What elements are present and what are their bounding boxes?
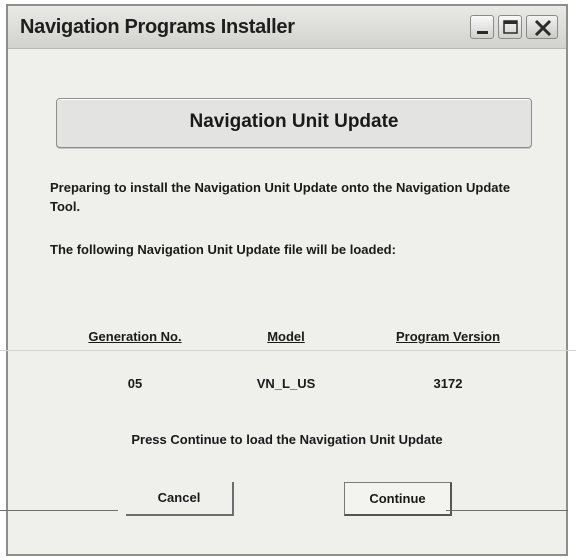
program-version-value: 3172 (433, 376, 463, 391)
minimize-icon (477, 31, 488, 34)
generation-value: 05 (127, 376, 143, 391)
continue-underline (446, 510, 568, 511)
column-header-model: Model (267, 329, 305, 344)
minimize-button[interactable] (470, 15, 494, 39)
cancel-button[interactable]: Cancel (126, 482, 234, 516)
section-header: Navigation Unit Update (56, 98, 532, 148)
column-header-program-version: Program Version (395, 329, 501, 344)
install-description: Preparing to install the Navigation Unit… (50, 180, 511, 214)
file-description: The following Navigation Unit Update fil… (50, 242, 396, 257)
window-title: Navigation Programs Installer (20, 16, 295, 38)
scan-divider (0, 350, 576, 351)
continue-button[interactable]: Continue (344, 482, 452, 516)
title-bar[interactable]: Navigation Programs Installer (8, 6, 566, 49)
continue-prompt: Press Continue to load the Navigation Un… (131, 432, 443, 447)
section-header-title: Navigation Unit Update (189, 111, 399, 132)
close-icon (534, 19, 552, 37)
column-header-generation: Generation No. (88, 329, 182, 344)
maximize-button[interactable] (498, 15, 522, 39)
maximize-icon (503, 20, 518, 34)
installer-window: Navigation Programs Installer Navigation… (6, 4, 568, 556)
close-button[interactable] (526, 15, 558, 39)
model-value: VN_L_US (256, 376, 316, 391)
cancel-underline (0, 510, 118, 511)
